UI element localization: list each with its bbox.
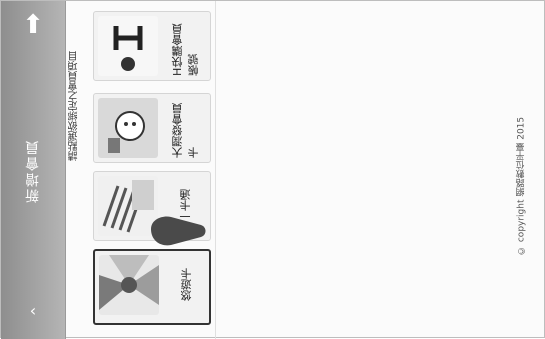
card-easycard[interactable]: 悠遊卡: [93, 249, 211, 325]
app-screen: ⬆ 新增會員 ‹ 請點選欲綁定之會員項目 悠遊卡 一卡通 大潤發會員卡 H快購會…: [0, 0, 545, 339]
easycard-icon: [99, 255, 159, 315]
h-buy-icon: [98, 16, 158, 76]
top-nav-bar: ⬆ 新增會員 ‹: [1, 1, 66, 339]
rt-mart-icon: [98, 98, 158, 158]
pointing-hand-icon: [151, 216, 206, 246]
card-label: 大潤發會員卡: [171, 103, 200, 158]
back-icon[interactable]: ‹: [23, 301, 43, 321]
page-title: 新增會員: [25, 139, 41, 203]
home-icon[interactable]: ⬆: [19, 11, 47, 39]
instruction-text: 請點選欲綁定之會員項目: [69, 51, 80, 161]
card-label: H快購會員帳號: [171, 23, 200, 76]
content-divider: [215, 1, 216, 339]
card-rt-mart[interactable]: 大潤發會員卡: [93, 93, 211, 163]
card-label: 悠遊卡: [180, 268, 193, 302]
copyright-text: © copyright 網路數位平臺 2015: [516, 116, 527, 256]
card-h-buy[interactable]: H快購會員帳號: [93, 11, 211, 81]
